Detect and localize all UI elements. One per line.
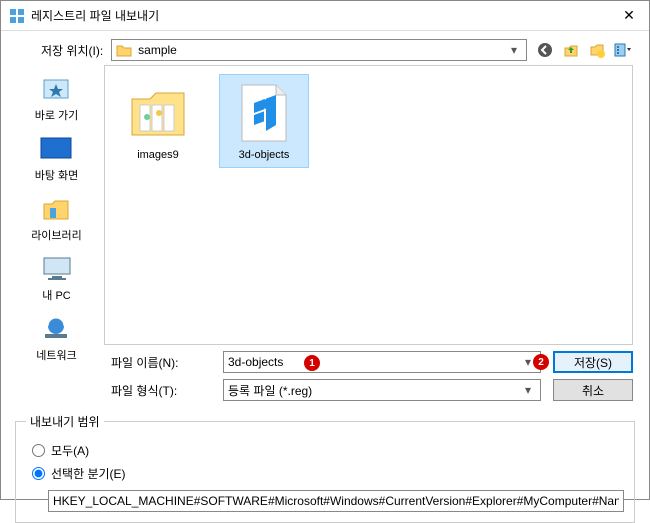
libraries-icon [38, 193, 74, 225]
filename-value: 3d-objects [228, 355, 520, 369]
location-row: 저장 위치(I): sample ▾ [1, 31, 649, 65]
sidebar-item-label: 내 PC [42, 287, 70, 303]
radio-all-label: 모두(A) [51, 442, 89, 459]
chevron-down-icon: ▾ [520, 383, 536, 397]
main-area: 바로 가기 바탕 화면 라이브러리 내 PC 네트워크 images9 [1, 65, 649, 345]
quickaccess-icon [38, 73, 74, 105]
cancel-button[interactable]: 취소 [553, 379, 633, 401]
file-item-label: 3d-objects [239, 149, 290, 161]
sidebar-item-thispc[interactable]: 내 PC [39, 253, 75, 303]
sidebar-item-label: 네트워크 [36, 347, 76, 363]
location-label: 저장 위치(I): [41, 42, 103, 59]
radio-all-input[interactable] [32, 444, 45, 457]
app-icon [9, 8, 25, 24]
annotation-badge-2: 2 [533, 354, 549, 370]
annotation-badge-1: 1 [304, 355, 320, 371]
folder-icon [126, 81, 190, 145]
back-icon[interactable] [535, 40, 555, 60]
save-button[interactable]: 저장(S) [553, 351, 633, 373]
folder-icon [116, 42, 132, 58]
branch-path-input[interactable] [48, 490, 624, 512]
view-menu-icon[interactable] [613, 40, 633, 60]
sidebar-item-label: 라이브러리 [31, 227, 82, 243]
up-icon[interactable] [561, 40, 581, 60]
places-sidebar: 바로 가기 바탕 화면 라이브러리 내 PC 네트워크 [9, 65, 104, 345]
regfile-icon [232, 81, 296, 145]
sidebar-item-libraries[interactable]: 라이브러리 [31, 193, 82, 243]
sidebar-item-network[interactable]: 네트워크 [36, 313, 76, 363]
file-item-label: images9 [137, 149, 179, 161]
filename-label: 파일 이름(N): [111, 354, 211, 371]
radio-selected[interactable]: 선택한 분기(E) [32, 465, 624, 482]
nav-toolbar [535, 40, 633, 60]
file-item-regfile[interactable]: 3d-objects [219, 74, 309, 168]
desktop-icon [38, 133, 74, 165]
pc-icon [39, 253, 75, 285]
export-range-radios: 모두(A) 선택한 분기(E) [32, 442, 624, 482]
radio-selected-input[interactable] [32, 467, 45, 480]
bottom-controls: 파일 이름(N): 3d-objects ▾ 1 저장(S) 2 파일 형식(T… [1, 345, 649, 407]
filetype-label: 파일 형식(T): [111, 382, 211, 399]
chevron-down-icon: ▾ [506, 43, 522, 57]
radio-all[interactable]: 모두(A) [32, 442, 624, 459]
filetype-combo[interactable]: 등록 파일 (*.reg) ▾ [223, 379, 541, 401]
sidebar-item-desktop[interactable]: 바탕 화면 [35, 133, 79, 183]
window-title: 레지스트리 파일 내보내기 [31, 7, 617, 24]
filename-combo[interactable]: 3d-objects ▾ 1 [223, 351, 541, 373]
sidebar-item-quickaccess[interactable]: 바로 가기 [35, 73, 79, 123]
new-folder-icon[interactable] [587, 40, 607, 60]
export-range-fieldset: 내보내기 범위 모두(A) 선택한 분기(E) [15, 413, 635, 523]
sidebar-item-label: 바로 가기 [35, 107, 79, 123]
close-icon[interactable]: ✕ [617, 7, 641, 24]
file-item-folder[interactable]: images9 [113, 74, 203, 168]
filetype-value: 등록 파일 (*.reg) [228, 382, 520, 399]
network-icon [38, 313, 74, 345]
location-combo[interactable]: sample ▾ [111, 39, 527, 61]
sidebar-item-label: 바탕 화면 [35, 167, 79, 183]
export-range-legend: 내보내기 범위 [26, 413, 104, 430]
location-text: sample [138, 43, 506, 57]
title-bar: 레지스트리 파일 내보내기 ✕ [1, 1, 649, 31]
file-pane[interactable]: images9 3d-objects [104, 65, 633, 345]
radio-selected-label: 선택한 분기(E) [51, 465, 126, 482]
